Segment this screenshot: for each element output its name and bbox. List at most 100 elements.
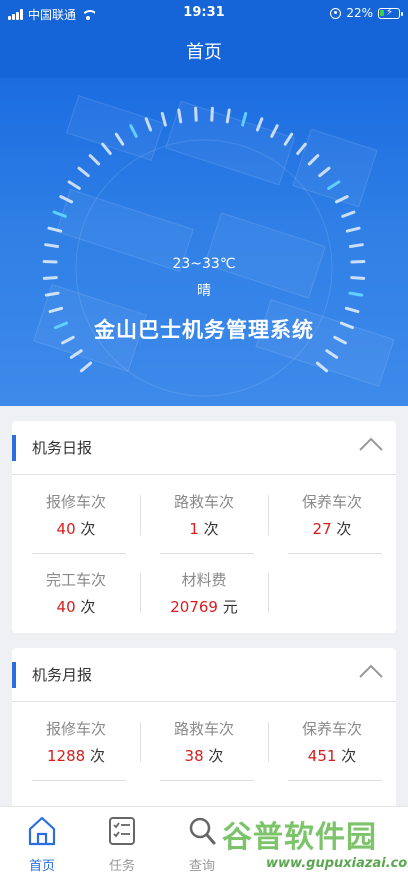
gauge-tick xyxy=(348,243,364,248)
stat-number: 1 xyxy=(189,520,199,538)
stat-number: 38 xyxy=(184,747,204,765)
gauge-tick xyxy=(210,106,214,122)
tab-home-label: 首页 xyxy=(28,859,55,874)
task-list-icon xyxy=(109,817,135,845)
stat-unit: 次 xyxy=(336,520,352,538)
gauge-tick xyxy=(283,132,294,146)
gauge-tick xyxy=(318,166,331,178)
tab-home[interactable]: 首页 xyxy=(2,815,82,874)
stat-number: 1288 xyxy=(47,747,86,765)
watermark-url: www.gupuxiazai.com xyxy=(266,856,408,871)
stat-unit: 次 xyxy=(341,747,357,765)
stat-unit: 次 xyxy=(89,747,105,765)
system-title: 金山巴士机务管理系统 xyxy=(94,318,314,342)
monthly-report-card: 机务月报 报修车次 1288 次 路救车次 38 次 保养车次 451 次 xyxy=(12,648,396,808)
stat-value: 40 次 xyxy=(12,596,140,617)
stat-value: 27 次 xyxy=(268,518,396,539)
gauge-tick xyxy=(69,349,83,359)
daily-stat-material-cost: 材料费 20769 元 xyxy=(140,569,268,617)
stat-label: 保养车次 xyxy=(301,493,362,511)
gauge-tick xyxy=(307,154,320,166)
daily-report-card: 机务日报 报修车次 40 次 路救车次 1 次 保养车次 27 次 完工车次 4… xyxy=(12,421,396,633)
gauge-tick xyxy=(296,142,307,155)
battery-icon: ⚡ xyxy=(378,6,403,19)
gauge-tick xyxy=(42,276,58,280)
chevron-up-icon[interactable] xyxy=(358,435,384,453)
chevron-up-icon[interactable] xyxy=(358,662,384,680)
divider xyxy=(32,553,126,554)
gauge-tick xyxy=(334,195,349,204)
stat-value: 1288 次 xyxy=(12,745,140,766)
gauge-tick xyxy=(47,226,63,233)
gauge-tick xyxy=(255,117,264,132)
tab-tasks-label: 任务 xyxy=(108,859,135,874)
daily-stat-repair: 报修车次 40 次 xyxy=(12,491,140,554)
page-title: 首页 xyxy=(186,42,222,63)
battery-level xyxy=(380,9,384,16)
stat-label: 完工车次 xyxy=(45,571,106,589)
daily-stat-rescue: 路救车次 1 次 xyxy=(140,491,268,554)
stat-number: 27 xyxy=(312,520,332,538)
monthly-report-header[interactable]: 机务月报 xyxy=(12,648,396,702)
ring-gauge-graphic xyxy=(42,106,366,397)
stat-unit: 次 xyxy=(208,747,224,765)
gauge-tick xyxy=(114,132,125,146)
weather-temperature: 23~33℃ xyxy=(172,256,236,272)
stat-unit: 次 xyxy=(203,520,219,538)
status-right: 22% ⚡ xyxy=(330,6,403,20)
gauge-tick xyxy=(88,154,101,166)
stat-value: 38 次 xyxy=(140,745,268,766)
divider xyxy=(32,780,126,781)
gauge-tick xyxy=(67,180,81,190)
daily-report-title: 机务日报 xyxy=(32,439,93,457)
monthly-stat-repair: 报修车次 1288 次 xyxy=(12,718,140,781)
stat-label: 路救车次 xyxy=(173,720,234,738)
monthly-stat-maintenance: 保养车次 451 次 xyxy=(268,718,396,781)
stat-value: 40 次 xyxy=(12,518,140,539)
stat-unit: 次 xyxy=(80,598,96,616)
monthly-report-title: 机务月报 xyxy=(32,666,93,684)
gauge-tick xyxy=(160,112,167,127)
weather-condition: 晴 xyxy=(197,283,211,299)
gauge-tick xyxy=(144,117,153,132)
stat-label: 路救车次 xyxy=(173,493,234,511)
status-bar: 中国联通 19:31 22% ⚡ xyxy=(0,0,408,26)
divider xyxy=(160,553,254,554)
gauge-tick xyxy=(77,166,90,178)
gauge-tick xyxy=(48,306,64,314)
stat-value: 451 次 xyxy=(268,745,396,766)
stat-label: 报修车次 xyxy=(45,493,106,511)
gauge-tick xyxy=(327,180,341,190)
gauge-tick xyxy=(325,349,339,359)
orientation-lock-icon xyxy=(330,7,342,19)
stat-number: 451 xyxy=(307,747,337,765)
gauge-tick xyxy=(59,195,74,204)
gauge-tick xyxy=(270,124,279,138)
gauge-tick xyxy=(225,108,231,124)
gauge-tick xyxy=(79,361,93,373)
tab-tasks[interactable]: 任务 xyxy=(82,815,162,874)
gauge-tick xyxy=(129,124,138,138)
hero-banner: 23~33℃ 晴 金山巴士机务管理系统 xyxy=(0,78,408,406)
stat-value: 20769 元 xyxy=(140,596,268,617)
daily-report-header[interactable]: 机务日报 xyxy=(12,421,396,475)
divider xyxy=(268,573,269,613)
gauge-tick xyxy=(350,276,366,280)
stat-label: 材料费 xyxy=(181,571,227,589)
stat-number: 40 xyxy=(56,520,76,538)
stat-label: 保养车次 xyxy=(301,720,362,738)
watermark-logo: 谷普软件园 www.gupuxiazai.com xyxy=(222,812,408,878)
home-icon xyxy=(28,816,56,846)
divider xyxy=(288,553,382,554)
gauge-tick xyxy=(44,243,60,248)
battery-percent: 22% xyxy=(346,6,373,20)
gauge-tick xyxy=(101,142,112,155)
monthly-stat-rescue: 路救车次 38 次 xyxy=(140,718,268,781)
divider xyxy=(288,780,382,781)
stat-number: 20769 xyxy=(170,598,218,616)
daily-stat-maintenance: 保养车次 27 次 xyxy=(268,491,396,554)
gauge-tick xyxy=(341,210,356,218)
stat-label: 报修车次 xyxy=(45,720,106,738)
charging-bolt-icon: ⚡ xyxy=(386,6,394,18)
stat-unit: 次 xyxy=(80,520,96,538)
